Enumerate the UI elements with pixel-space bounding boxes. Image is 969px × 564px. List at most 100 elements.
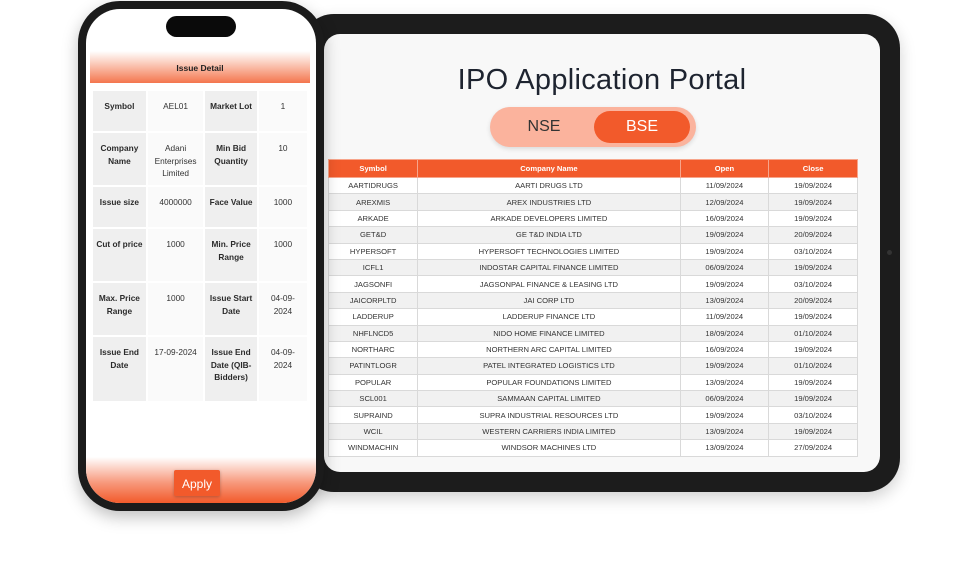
cell-open-date: 11/09/2024	[679, 176, 770, 195]
phone-screen: Issue Detail Symbol AEL01 Market Lot 1 Compa…	[86, 9, 316, 503]
column-header-company[interactable]: Company Name	[417, 159, 681, 178]
toggle-nse[interactable]: NSE	[496, 111, 592, 143]
table-row[interactable]: AARTIDRUGS AARTI DRUGS LTD 11/09/2024 19/09…	[327, 176, 858, 195]
cell-symbol: ARKADE	[327, 209, 419, 228]
detail-value: 1000	[258, 187, 307, 227]
exchange-toggle: NSE BSE	[490, 107, 696, 147]
detail-row: Issue size 4000000 Face Value 1000	[93, 187, 307, 227]
detail-label: Min. Price Range	[205, 229, 257, 281]
cell-open-date: 13/09/2024	[679, 439, 770, 457]
cell-close-date: 19/09/2024	[768, 258, 858, 277]
table-row[interactable]: LADDERUP LADDERUP FINANCE LTD 11/09/2024 19…	[327, 308, 858, 326]
table-row[interactable]: NHFLNCD5 NIDO HOME FINANCE LIMITED 18/09/2…	[327, 324, 858, 342]
cell-symbol: WCIL	[327, 422, 419, 441]
detail-value: Adani Enterprises Limited	[147, 133, 204, 185]
cell-open-date: 06/09/2024	[679, 258, 770, 277]
detail-value: 04-09-2024	[258, 337, 307, 401]
cell-close-date: 03/10/2024	[768, 406, 858, 424]
cell-open-date: 16/09/2024	[679, 209, 770, 228]
cell-symbol: AARTIDRUGS	[327, 176, 419, 195]
cell-company-name: POPULAR FOUNDATIONS LIMITED	[417, 373, 681, 392]
detail-label: Cut of price	[93, 229, 146, 281]
table-row[interactable]: AREXMIS AREX INDUSTRIES LTD 12/09/2024 19/0…	[327, 193, 858, 211]
detail-label: Issue Start Date	[205, 283, 257, 335]
phone-device: Issue Detail Symbol AEL01 Market Lot 1 Compa…	[78, 1, 324, 511]
table-row[interactable]: JAGSONFI JAGSONPAL FINANCE & LEASING LTD 1…	[327, 275, 858, 293]
cell-open-date: 19/09/2024	[679, 242, 770, 260]
detail-row: Max. Price Range 1000 Issue Start Date 04-0…	[93, 283, 307, 335]
phone-notch	[166, 16, 236, 37]
detail-value: 1000	[147, 283, 204, 335]
table-row[interactable]: WINDMACHIN WINDSOR MACHINES LTD 13/09/2024…	[327, 439, 858, 457]
table-row[interactable]: HYPERSOFT HYPERSOFT TECHNOLOGIES LIMITED 1…	[327, 242, 858, 260]
cell-close-date: 03/10/2024	[768, 242, 858, 260]
column-header-open[interactable]: Open	[679, 159, 770, 178]
table-row[interactable]: PATINTLOGR PATEL INTEGRATED LOGISTICS LTD…	[327, 357, 858, 375]
page-title: IPO Application Portal	[457, 64, 747, 96]
detail-value: 17-09-2024	[147, 337, 204, 401]
cell-open-date: 13/09/2024	[679, 291, 770, 310]
detail-label: Min Bid Quantity	[205, 133, 257, 185]
detail-label: Issue End Date	[93, 337, 146, 401]
issue-detail-table: Symbol AEL01 Market Lot 1 Company Name Adani …	[91, 89, 309, 403]
column-header-symbol[interactable]: Symbol	[327, 159, 419, 178]
cell-symbol: POPULAR	[327, 373, 419, 392]
detail-label: Issue size	[93, 187, 146, 227]
cell-close-date: 19/09/2024	[768, 390, 858, 408]
table-row[interactable]: POPULAR POPULAR FOUNDATIONS LIMITED 13/09/…	[327, 373, 858, 392]
table-row[interactable]: SCL001 SAMMAAN CAPITAL LIMITED 06/09/2024 1…	[327, 390, 858, 408]
cell-close-date: 19/09/2024	[768, 340, 858, 359]
cell-company-name: INDOSTAR CAPITAL FINANCE LIMITED	[417, 258, 681, 277]
apply-button[interactable]: Apply	[174, 470, 220, 496]
cell-company-name: JAGSONPAL FINANCE & LEASING LTD	[417, 275, 681, 293]
cell-symbol: HYPERSOFT	[327, 242, 419, 260]
cell-symbol: SCL001	[327, 390, 419, 408]
detail-label: Symbol	[93, 91, 146, 131]
detail-label: Issue End Date (QIB-Bidders)	[205, 337, 257, 401]
detail-label: Market Lot	[205, 91, 257, 131]
cell-symbol: JAICORPLTD	[327, 291, 419, 310]
cell-symbol: ICFL1	[327, 258, 419, 277]
cell-open-date: 13/09/2024	[679, 373, 770, 392]
cell-company-name: AARTI DRUGS LTD	[417, 176, 681, 195]
cell-symbol: NHFLNCD5	[327, 324, 419, 342]
cell-company-name: AREX INDUSTRIES LTD	[417, 193, 681, 211]
detail-value: 04-09-2024	[258, 283, 307, 335]
cell-company-name: GE T&D INDIA LTD	[417, 226, 681, 244]
cell-company-name: SAMMAAN CAPITAL LIMITED	[417, 390, 681, 408]
detail-row: Symbol AEL01 Market Lot 1	[93, 91, 307, 131]
cell-symbol: GET&D	[327, 226, 419, 244]
table-row[interactable]: SUPRAIND SUPRA INDUSTRIAL RESOURCES LTD 19…	[327, 406, 858, 424]
cell-close-date: 03/10/2024	[768, 275, 858, 293]
table-row[interactable]: GET&D GE T&D INDIA LTD 19/09/2024 20/09/202…	[327, 226, 858, 244]
table-row[interactable]: NORTHARC NORTHERN ARC CAPITAL LIMITED 16/0…	[327, 340, 858, 359]
ipo-table: Symbol Company Name Open Close AARTIDRUG…	[327, 159, 858, 457]
table-row[interactable]: JAICORPLTD JAI CORP LTD 13/09/2024 20/09/20…	[327, 291, 858, 310]
cell-symbol: JAGSONFI	[327, 275, 419, 293]
table-row[interactable]: ARKADE ARKADE DEVELOPERS LIMITED 16/09/202…	[327, 209, 858, 228]
cell-close-date: 19/09/2024	[768, 209, 858, 228]
table-row[interactable]: ICFL1 INDOSTAR CAPITAL FINANCE LIMITED 06/…	[327, 258, 858, 277]
table-header-row: Symbol Company Name Open Close	[327, 159, 858, 178]
detail-value: 1000	[147, 229, 204, 281]
cell-symbol: PATINTLOGR	[327, 357, 419, 375]
cell-company-name: NIDO HOME FINANCE LIMITED	[417, 324, 681, 342]
issue-detail-header: Issue Detail	[90, 51, 310, 83]
cell-symbol: NORTHARC	[327, 340, 419, 359]
detail-value: AEL01	[147, 91, 204, 131]
cell-company-name: ARKADE DEVELOPERS LIMITED	[417, 209, 681, 228]
cell-open-date: 19/09/2024	[679, 406, 770, 424]
column-header-close[interactable]: Close	[768, 159, 858, 178]
cell-close-date: 19/09/2024	[768, 176, 858, 195]
cell-company-name: WESTERN CARRIERS INDIA LIMITED	[417, 422, 681, 441]
cell-close-date: 20/09/2024	[768, 226, 858, 244]
cell-company-name: PATEL INTEGRATED LOGISTICS LTD	[417, 357, 681, 375]
cell-symbol: LADDERUP	[327, 308, 419, 326]
cell-close-date: 01/10/2024	[768, 357, 858, 375]
cell-company-name: JAI CORP LTD	[417, 291, 681, 310]
cell-close-date: 19/09/2024	[768, 373, 858, 392]
table-row[interactable]: WCIL WESTERN CARRIERS INDIA LIMITED 13/09/…	[327, 422, 858, 441]
cell-open-date: 13/09/2024	[679, 422, 770, 441]
cell-open-date: 19/09/2024	[679, 357, 770, 375]
toggle-bse[interactable]: BSE	[594, 111, 690, 143]
